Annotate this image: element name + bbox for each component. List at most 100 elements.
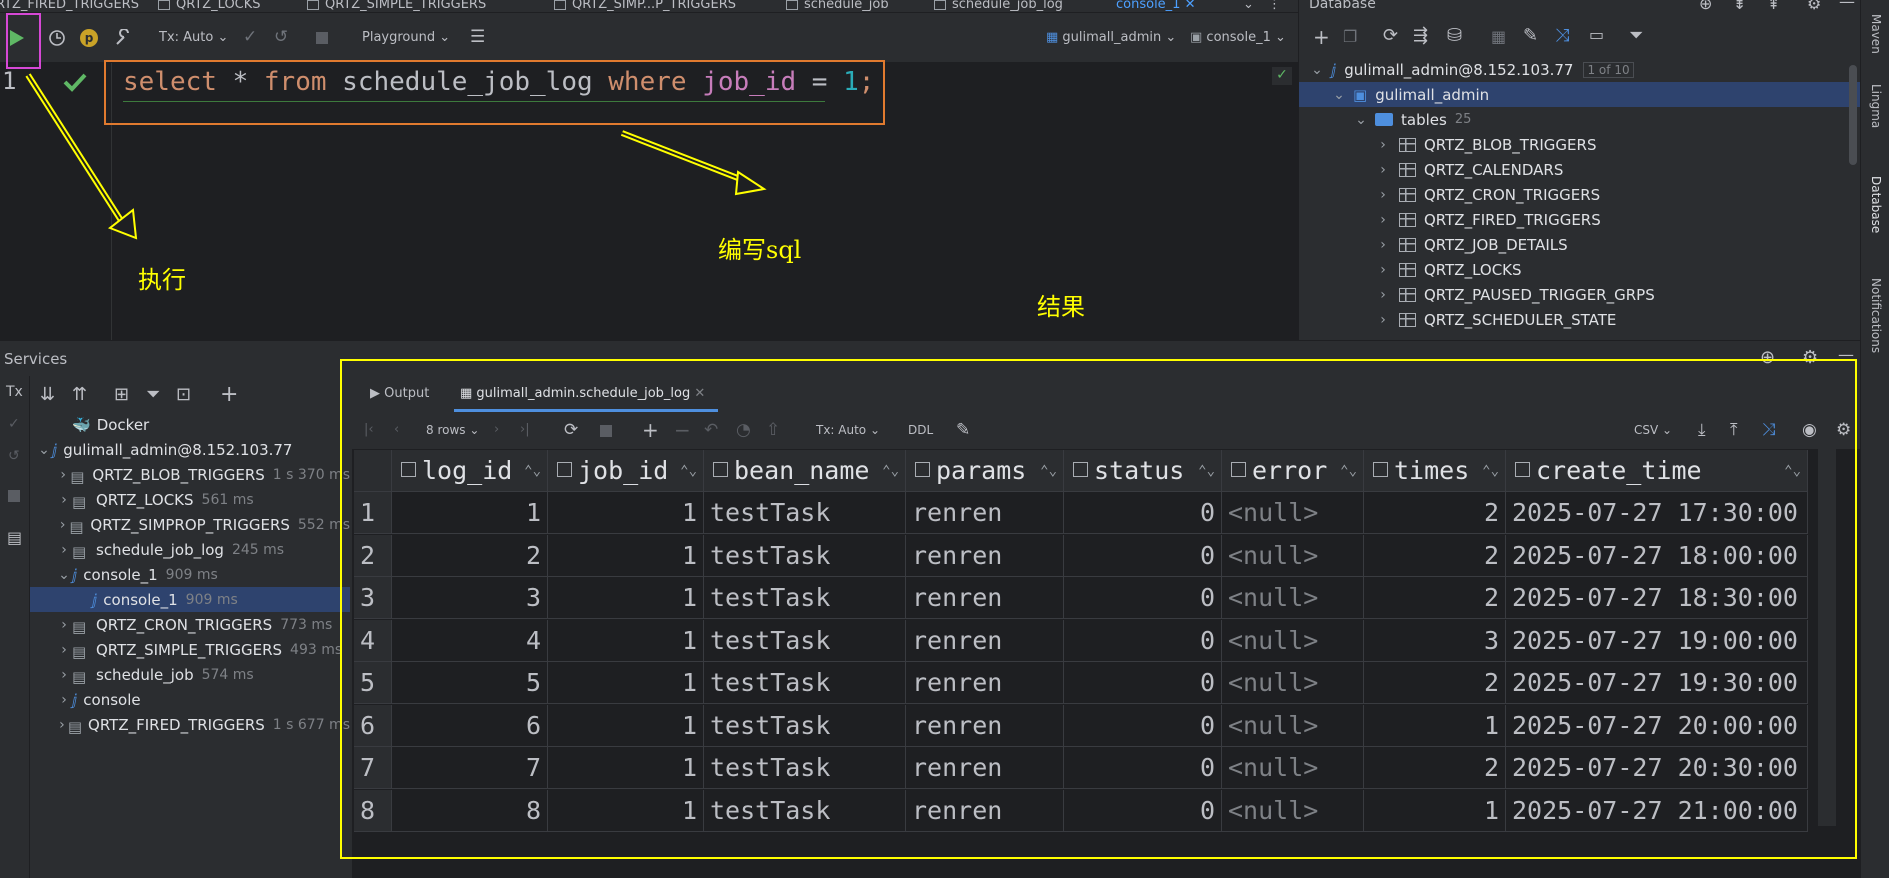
services-tree-item[interactable]: › ▤ QRTZ_SIMPLE_TRIGGERS 493 ms	[30, 637, 350, 662]
database-props-icon[interactable]: ⛁	[1447, 25, 1462, 46]
table-icon	[1399, 312, 1416, 327]
tree-table-item[interactable]: › QRTZ_FIRED_TRIGGERS	[1299, 207, 1860, 232]
expand-icon[interactable]: ⇞	[1767, 0, 1780, 13]
services-tree-item[interactable]: › ⅉ console	[30, 687, 350, 712]
docker-icon: 🐳	[72, 415, 91, 434]
tab-schedule-job-log[interactable]: schedule_job_log	[934, 0, 1063, 12]
database-icon: ▦	[1046, 30, 1063, 45]
tree-connection[interactable]: ⌄ ⅉ gulimall_admin@8.152.103.77 1 of 10	[1299, 57, 1860, 82]
table-view-icon[interactable]: ▦	[1491, 27, 1506, 46]
collapse-icon[interactable]: ⇟	[1733, 0, 1746, 13]
chevron-down-icon: ⌄	[1311, 61, 1323, 78]
more-icon[interactable]: ⋮	[1268, 0, 1281, 12]
filter-icon[interactable]: ⏷	[1629, 25, 1643, 46]
layout-icon[interactable]: ▤	[7, 528, 22, 547]
connection-count-badge: 1 of 10	[1583, 61, 1634, 78]
add-icon[interactable]: +	[1313, 25, 1330, 49]
maven-tool-button[interactable]: Maven	[1869, 14, 1883, 54]
console-dropdown[interactable]: ▣ console_1 ⌄	[1190, 30, 1286, 45]
services-tree-item[interactable]: › ▤ schedule_job_log 245 ms	[30, 537, 350, 562]
tree-table-item[interactable]: › QRTZ_CRON_TRIGGERS	[1299, 182, 1860, 207]
panel-title: Database	[1309, 0, 1376, 12]
commit-icon[interactable]: ✓	[8, 416, 20, 432]
chevron-right-icon: ›	[1380, 161, 1386, 178]
sync-schema-icon[interactable]: ⇶	[1413, 25, 1428, 46]
services-toolbar: ⇊ ⇈ ⊞ ⏷ ⊡ +	[30, 376, 352, 412]
session-icon: ▤	[72, 667, 87, 686]
services-tree-item[interactable]: › ▤ QRTZ_CRON_TRIGGERS 773 ms	[30, 612, 350, 637]
console-icon: ⅉ	[52, 440, 58, 459]
services-tree-item[interactable]: › ▤ QRTZ_BLOB_TRIGGERS 1 s 370 ms	[30, 462, 350, 487]
session-icon: ▤	[72, 642, 87, 661]
session-icon: ▤	[72, 542, 87, 561]
services-vertical-toolbar: Tx ✓ ↺ ▤	[0, 376, 30, 878]
tree-chevron-icon: ⌄	[58, 566, 70, 583]
tree-chevron-icon: ›	[61, 691, 67, 708]
close-icon[interactable]: ✕	[1185, 0, 1196, 12]
stop-icon[interactable]	[8, 490, 20, 502]
rollback-icon[interactable]: ↺	[8, 448, 20, 464]
tree-table-item[interactable]: › QRTZ_BLOB_TRIGGERS	[1299, 132, 1860, 157]
chevron-right-icon: ›	[1380, 136, 1386, 153]
database-tool-button[interactable]: Database	[1869, 176, 1883, 233]
tree-chevron-icon: ›	[61, 666, 67, 683]
datasource-dropdown[interactable]: ▦ gulimall_admin ⌄	[1046, 30, 1176, 45]
refresh-icon[interactable]: ⟳	[1383, 25, 1398, 46]
tree-chevron-icon: ⌄	[38, 441, 50, 458]
tree-scrollbar[interactable]	[1849, 65, 1857, 165]
jump-to-icon[interactable]: ⤨	[1555, 25, 1569, 46]
database-panel: Database ⊕ ⇟ ⇞ ⚙ — + ❐ ⟳ ⇶ ⛁ ▦ ✎ ⤨ ▭ ⏷ ⌄…	[1298, 0, 1860, 340]
schema-icon: ▣	[1353, 85, 1368, 104]
new-tab-icon[interactable]: ⊡	[176, 384, 191, 405]
services-tree-item[interactable]: › ▤ schedule_job 574 ms	[30, 662, 350, 687]
chevron-right-icon: ›	[1380, 186, 1386, 203]
services-tree-item[interactable]: ⌄ ⅉ gulimall_admin@8.152.103.77	[30, 437, 350, 462]
minimize-icon[interactable]: —	[1839, 0, 1855, 11]
services-tree-item[interactable]: › ▤ QRTZ_LOCKS 561 ms	[30, 487, 350, 512]
copy-icon[interactable]: ❐	[1343, 27, 1357, 46]
tree-chevron-icon: ›	[59, 516, 66, 533]
query-console-icon[interactable]: ▭	[1589, 25, 1604, 44]
tree-table-item[interactable]: › QRTZ_JOB_DETAILS	[1299, 232, 1860, 257]
tree-table-item[interactable]: › QRTZ_CALENDARS	[1299, 157, 1860, 182]
result-highlight-box	[340, 359, 1857, 859]
tx-label[interactable]: Tx	[6, 384, 23, 400]
annotation-write-sql: 编写sql	[718, 236, 802, 264]
schema-icon: ▣	[1190, 30, 1207, 45]
inspection-ok-icon[interactable]: ✓	[1272, 67, 1292, 85]
session-icon: ▤	[72, 617, 87, 636]
expand-all-icon[interactable]: ⇊	[40, 384, 55, 405]
tree-chevron-icon: ›	[59, 716, 65, 733]
group-icon[interactable]: ⊞	[114, 384, 129, 405]
annotation-result: 结果	[1037, 293, 1085, 321]
edit-icon[interactable]: ✎	[1523, 25, 1538, 46]
tab-console-1[interactable]: console_1 ✕	[1116, 0, 1196, 12]
chevron-down-icon: ⌄	[1275, 30, 1286, 45]
services-tree-item[interactable]: ⅉ console_1 909 ms	[30, 587, 350, 612]
notifications-tool-button[interactable]: Notifications	[1869, 278, 1883, 353]
tree-chevron-icon: ›	[61, 616, 67, 633]
connection-icon: ⅉ	[1331, 60, 1337, 79]
tree-table-item[interactable]: › QRTZ_LOCKS	[1299, 257, 1860, 282]
tree-table-item[interactable]: › QRTZ_PAUSED_TRIGGER_GRPS	[1299, 282, 1860, 307]
filter-icon[interactable]: ⏷	[146, 384, 160, 405]
chevron-right-icon: ›	[1380, 211, 1386, 228]
services-tree-item[interactable]: › ▤ QRTZ_FIRED_TRIGGERS 1 s 677 ms	[30, 712, 350, 737]
globe-icon[interactable]: ⊕	[1699, 0, 1712, 13]
add-service-icon[interactable]: +	[220, 382, 238, 407]
gear-icon[interactable]: ⚙	[1807, 0, 1821, 13]
collapse-all-icon[interactable]: ⇈	[72, 384, 87, 405]
tab-overflow-chevron[interactable]: ⌄	[1243, 0, 1254, 12]
services-tree-item[interactable]: › ▤ QRTZ_SIMPROP_TRIGGERS 552 ms	[30, 512, 350, 537]
table-icon	[934, 0, 946, 10]
services-tree-item[interactable]: ⌄ ⅉ console_1 909 ms	[30, 562, 350, 587]
tree-schema[interactable]: ⌄ ▣ gulimall_admin	[1299, 82, 1860, 107]
lingma-tool-button[interactable]: Lingma	[1869, 84, 1883, 128]
services-tree-item[interactable]: 🐳 Docker	[30, 412, 350, 437]
tree-table-item[interactable]: › QRTZ_SCHEDULER_STATE	[1299, 307, 1860, 332]
database-panel-header: Database ⊕ ⇟ ⇞ ⚙ —	[1299, 0, 1860, 13]
chevron-down-icon: ⌄	[1165, 30, 1177, 45]
tree-tables-folder[interactable]: ⌄ tables 25	[1299, 107, 1860, 132]
chevron-down-icon: ⌄	[1355, 111, 1367, 128]
session-icon: ▤	[70, 467, 85, 486]
